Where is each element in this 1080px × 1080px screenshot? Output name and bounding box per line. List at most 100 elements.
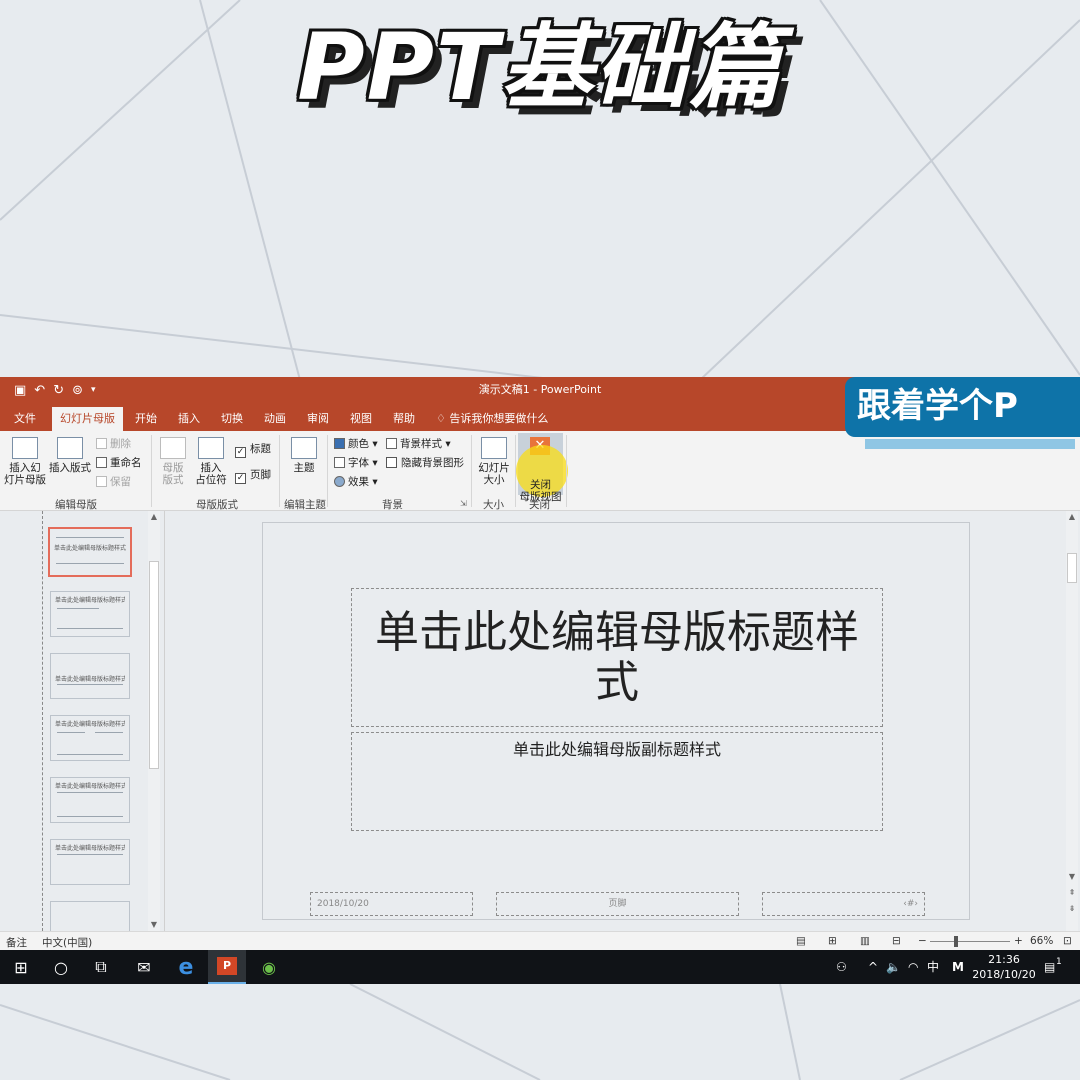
slide-scrollbar[interactable]: ▲ ▼ ⇞ ⇟ (1066, 511, 1078, 931)
scroll-down-icon[interactable]: ▼ (1066, 871, 1078, 883)
scroll-down-icon[interactable]: ▼ (148, 919, 160, 931)
redo-icon[interactable]: ↻ (53, 383, 64, 398)
show-hidden-icons-icon[interactable]: ^ (868, 950, 878, 984)
notes-button[interactable]: 备注 (6, 935, 27, 950)
thumbnail-layout[interactable]: 单击此处编辑母版标题样式 (50, 839, 130, 885)
thumbnail-layout[interactable]: 单击此处编辑母版标题样式 (50, 653, 130, 699)
next-slide-icon[interactable]: ⇟ (1066, 903, 1078, 915)
slide-canvas: 单击此处编辑母版标题样式 单击此处编辑母版副标题样式 2018/10/20 页脚… (262, 522, 970, 920)
previous-slide-icon[interactable]: ⇞ (1066, 887, 1078, 899)
effects-button[interactable]: 效果 ▾ (334, 475, 378, 489)
ime-indicator[interactable]: 中 (927, 950, 939, 984)
network-icon[interactable]: ◠ (908, 950, 918, 984)
background-dialog-launcher-icon[interactable]: ⇲ (460, 497, 467, 511)
themes-button[interactable]: 主题 (286, 437, 322, 474)
language-indicator: 中文(中国) (42, 937, 93, 949)
zoom-in-icon[interactable]: + (1014, 935, 1023, 947)
slide-title[interactable]: 单击此处编辑母版标题样式 (351, 588, 883, 727)
slide-size-label: 幻灯片 大小 (478, 462, 510, 486)
background-styles-button[interactable]: 背景样式 ▾ (386, 437, 451, 451)
mail-icon[interactable]: ✉ (125, 950, 163, 984)
slideshow-icon[interactable]: ⊟ (892, 935, 901, 947)
insert-slide-master-button[interactable]: 插入幻 灯片母版 (4, 437, 46, 486)
thumbnail-layout[interactable]: 单击此处编辑母版标题样式 (50, 777, 130, 823)
date-placeholder[interactable]: 2018/10/20 (310, 892, 473, 916)
headline: PPT基础篇 (297, 14, 783, 121)
zoom-level[interactable]: 66% (1030, 935, 1053, 947)
fonts-button[interactable]: 字体 ▾ (334, 456, 378, 470)
slide-sorter-icon[interactable]: ⊞ (828, 935, 837, 947)
tab-help[interactable]: 帮助 (385, 407, 423, 431)
system-clock[interactable]: 21:36 2018/10/20 (968, 952, 1040, 982)
thumb-line (57, 628, 123, 629)
zoom-out-icon[interactable]: − (918, 935, 927, 947)
people-icon[interactable]: ⚇ (836, 950, 847, 984)
undo-icon[interactable]: ↶ (34, 383, 45, 398)
hide-background-checkbox[interactable]: 隐藏背景图形 (386, 456, 464, 470)
customize-qat-icon[interactable]: ▾ (91, 385, 96, 395)
action-center-icon[interactable]: ▤ (1044, 950, 1055, 984)
thumbnail-master[interactable]: 单击此处编辑母版标题样式 (48, 527, 132, 577)
edge-browser-icon[interactable]: e (167, 950, 205, 984)
slide-size-icon (481, 437, 507, 459)
tell-me-box[interactable]: ♢ 告诉我你想要做什么 (428, 407, 556, 431)
zoom-slider-knob[interactable] (954, 936, 958, 947)
slide-subtitle[interactable]: 单击此处编辑母版副标题样式 (351, 732, 883, 831)
thumb-line (56, 563, 124, 564)
title-checkbox[interactable]: ✓ 标题 (235, 442, 271, 458)
insert-placeholder-button[interactable]: 插入 占位符 (192, 437, 230, 486)
group-separator (279, 435, 280, 507)
input-method-icon[interactable]: M (952, 950, 964, 984)
group-size-label: 大小 (483, 499, 504, 511)
brand-banner: 跟着学个P (845, 377, 1080, 437)
thumbnail-scrollbar[interactable]: ▲ ▼ (148, 511, 160, 931)
footer-placeholder[interactable]: 页脚 (496, 892, 739, 916)
preserve-label: 保留 (110, 476, 131, 488)
scroll-thumb[interactable] (1067, 553, 1077, 583)
slide-number-placeholder[interactable]: ‹#› (762, 892, 925, 916)
tab-slide-master[interactable]: 幻灯片母版 (52, 407, 123, 431)
tab-file[interactable]: 文件 (6, 407, 44, 431)
task-view-icon[interactable]: ⧉ (82, 950, 120, 984)
tab-home[interactable]: 开始 (127, 407, 165, 431)
reading-view-icon[interactable]: ▥ (860, 935, 870, 947)
tab-view[interactable]: 视图 (342, 407, 380, 431)
insert-layout-button[interactable]: 插入版式 (48, 437, 92, 474)
thumbnail-layout[interactable]: 单击此处编辑母版标题样式 (50, 591, 130, 637)
zoom-slider[interactable] (930, 941, 1010, 942)
volume-icon[interactable]: 🔈 (886, 950, 901, 984)
preserve-button[interactable]: 保留 (96, 475, 131, 489)
rename-label: 重命名 (110, 457, 142, 469)
thumbnail-layout[interactable] (50, 901, 130, 931)
delete-button[interactable]: 删除 (96, 437, 131, 451)
green-app-icon[interactable]: ◉ (250, 950, 288, 984)
quick-access-toolbar: ▣ ↶ ↻ ⊚ ▾ (14, 381, 96, 399)
scroll-up-icon[interactable]: ▲ (1066, 511, 1078, 523)
tab-transitions[interactable]: 切换 (213, 407, 251, 431)
thumb-line (57, 684, 123, 685)
rename-button[interactable]: 重命名 (96, 456, 142, 470)
title-check-icon: ✓ (235, 447, 246, 458)
powerpoint-taskbar-icon[interactable]: P (208, 950, 246, 984)
save-icon[interactable]: ▣ (14, 383, 26, 398)
colors-button[interactable]: 颜色 ▾ (334, 437, 378, 451)
tab-animations[interactable]: 动画 (256, 407, 294, 431)
slide-size-button[interactable]: 幻灯片 大小 (476, 437, 512, 486)
normal-view-icon[interactable]: ▤ (796, 935, 806, 947)
master-layout-button[interactable]: 母版 版式 (158, 437, 188, 486)
footer-checkbox[interactable]: ✓ 页脚 (235, 468, 271, 484)
tab-review[interactable]: 审阅 (299, 407, 337, 431)
thumbnail-layout[interactable]: 单击此处编辑母版标题样式 (50, 715, 130, 761)
fit-to-window-icon[interactable]: ⊡ (1063, 935, 1072, 947)
windows-start-icon[interactable]: ⊞ (2, 950, 40, 984)
insert-layout-icon (57, 437, 83, 459)
insert-master-icon (12, 437, 38, 459)
scroll-thumb[interactable] (149, 561, 159, 769)
start-slideshow-icon[interactable]: ⊚ (72, 383, 83, 398)
footer-text: 页脚 (608, 899, 627, 909)
tab-insert[interactable]: 插入 (170, 407, 208, 431)
scroll-up-icon[interactable]: ▲ (148, 511, 160, 523)
hide-bg-label: 隐藏背景图形 (401, 457, 464, 469)
thumb-line (57, 816, 123, 817)
cortana-search-icon[interactable]: ○ (42, 950, 80, 984)
